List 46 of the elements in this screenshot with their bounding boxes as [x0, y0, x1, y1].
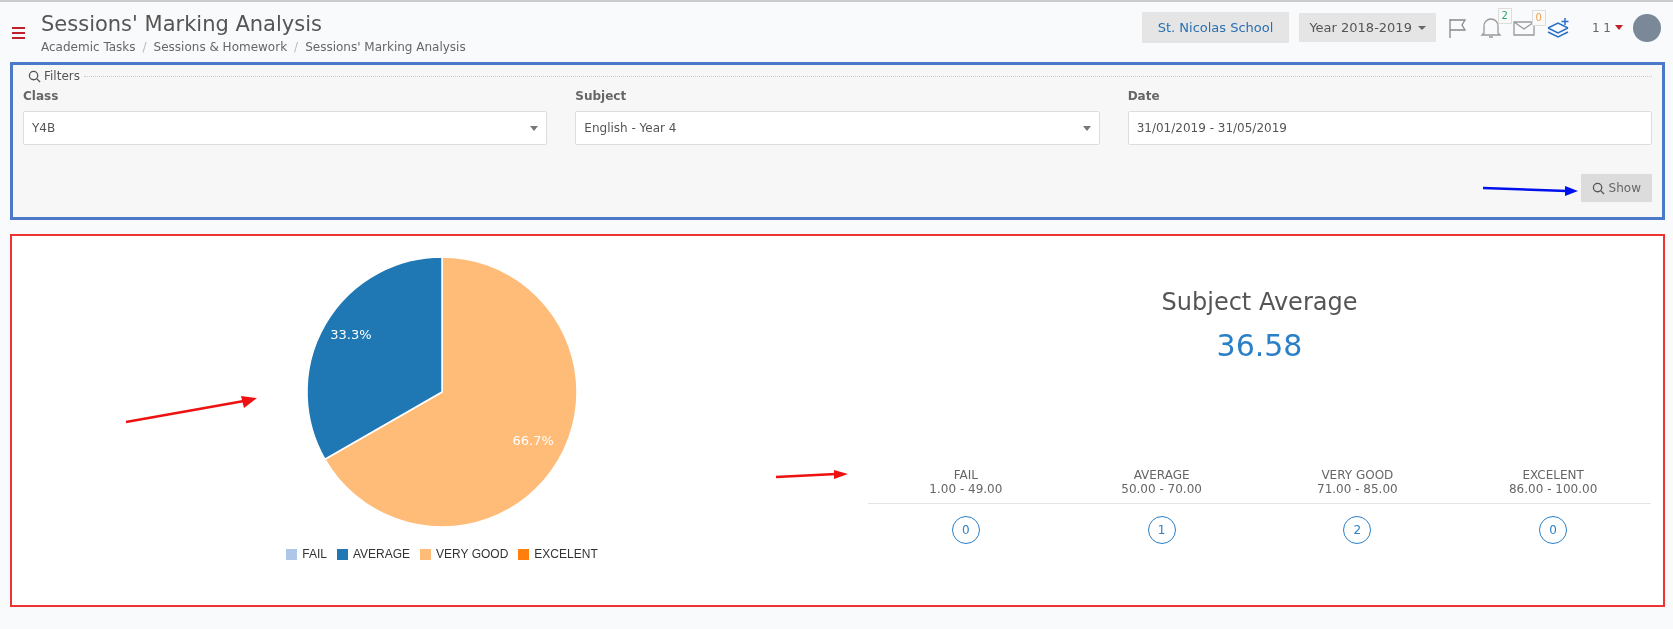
- search-icon: [1591, 181, 1605, 195]
- menu-icon[interactable]: [12, 27, 25, 39]
- caret-icon[interactable]: [1615, 25, 1623, 30]
- bell-icon[interactable]: [1479, 15, 1502, 40]
- slice-label: 66.7%: [512, 432, 554, 448]
- slice-label: 33.3%: [330, 327, 372, 343]
- select-field[interactable]: Y4B: [23, 111, 548, 145]
- legend-swatch: [286, 548, 298, 560]
- grade-name: VERY GOOD: [1321, 468, 1394, 482]
- breadcrumb-separator: /: [142, 40, 147, 54]
- year-dropdown[interactable]: Year 2018-2019: [1299, 13, 1436, 42]
- show-button[interactable]: Show: [1580, 174, 1652, 202]
- page-title: Sessions' Marking Analysis: [41, 12, 323, 36]
- layers-plus-icon[interactable]: [1545, 15, 1572, 40]
- message-badge: 0: [1531, 9, 1546, 26]
- search-icon: [28, 69, 41, 83]
- user-name[interactable]: 1 1: [1591, 20, 1611, 35]
- legend-label: VERY GOOD: [436, 547, 509, 561]
- grade-name: AVERAGE: [1133, 468, 1190, 482]
- breadcrumb-item[interactable]: Sessions & Homework: [153, 40, 288, 54]
- school-button[interactable]: St. Nicolas School: [1141, 12, 1290, 43]
- select-field[interactable]: English - Year 4: [575, 111, 1100, 145]
- grade-range: 50.00 - 70.00: [1121, 482, 1202, 496]
- legend-swatch: [420, 548, 432, 560]
- legend-label: AVERAGE: [352, 547, 411, 561]
- breadcrumb-separator: /: [294, 40, 299, 54]
- grade-name: EXCELENT: [1522, 468, 1584, 482]
- field-label: Class: [23, 89, 60, 103]
- grade-name: FAIL: [953, 468, 978, 482]
- notification-badge: 2: [1497, 7, 1512, 24]
- field-label: Date: [1127, 89, 1161, 103]
- legend-label: FAIL: [302, 547, 327, 561]
- average-value: 36.58: [1216, 328, 1303, 363]
- input-field[interactable]: 31/01/2019 - 31/05/2019: [1127, 111, 1652, 145]
- breadcrumb-item[interactable]: Academic Tasks: [41, 40, 136, 54]
- filters-legend: Filters: [23, 69, 80, 83]
- grade-range: 86.00 - 100.00: [1508, 482, 1598, 496]
- grade-range: 1.00 - 49.00: [929, 482, 1003, 496]
- breadcrumb-item: Sessions' Marking Analysis: [305, 40, 466, 54]
- legend-label: EXCELENT: [534, 547, 598, 561]
- field-label: Subject: [575, 89, 628, 103]
- avatar[interactable]: [1633, 13, 1661, 42]
- legend-swatch: [336, 548, 348, 560]
- average-title: Subject Average: [1161, 288, 1358, 316]
- grade-range: 71.00 - 85.00: [1317, 482, 1398, 496]
- legend-swatch: [518, 548, 530, 560]
